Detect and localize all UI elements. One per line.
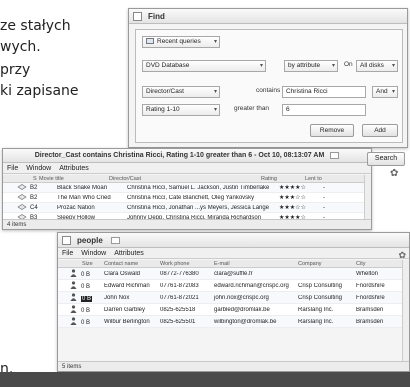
close-box-icon[interactable] bbox=[133, 11, 142, 21]
chevron-down-icon: ▾ bbox=[213, 107, 217, 113]
chevron-down-icon: ▾ bbox=[213, 89, 217, 95]
col-rating[interactable]: Rating bbox=[259, 176, 303, 182]
chevron-down-icon: ▾ bbox=[213, 39, 217, 45]
puzzle-icon[interactable]: ✿ bbox=[390, 168, 398, 179]
find-window: Find Recent queries ▾ DVD Database ▾ by at… bbox=[128, 8, 408, 148]
table-row[interactable]: 0 B Wilbur Berlington 0825-625501 wilbin… bbox=[58, 316, 408, 328]
rating-stars: ★★★☆☆ bbox=[279, 205, 306, 211]
table-row[interactable]: 0 B Clara Oswald 08772-776380 clara@suff… bbox=[58, 268, 408, 280]
person-icon bbox=[70, 269, 77, 277]
people-table: Size Contact name Work phone E-mail Comp… bbox=[58, 260, 408, 328]
menu-file[interactable]: File bbox=[62, 250, 73, 257]
person-icon bbox=[70, 293, 77, 301]
chevron-down-icon: ▾ bbox=[331, 63, 335, 69]
col-lent[interactable]: Lent to bbox=[303, 176, 343, 182]
col-title[interactable]: Movie title bbox=[37, 176, 107, 182]
menu-window[interactable]: Window bbox=[81, 250, 106, 257]
menu-window[interactable]: Window bbox=[26, 165, 51, 172]
database-dropdown[interactable]: DVD Database ▾ bbox=[142, 60, 266, 72]
people-scrollbar[interactable] bbox=[402, 260, 409, 361]
remove-button[interactable]: Remove bbox=[310, 124, 354, 137]
query-results-window: Director_Cast contains Christina Ricci, … bbox=[2, 148, 372, 230]
person-icon bbox=[70, 305, 77, 313]
people-header-row: Size Contact name Work phone E-mail Comp… bbox=[58, 260, 408, 268]
bg-line-4: ki zapisane bbox=[0, 83, 79, 99]
col-work-phone[interactable]: Work phone bbox=[158, 261, 212, 267]
menu-attributes[interactable]: Attributes bbox=[114, 250, 144, 257]
results-table: Shelf Movie title Director/Cast Rating L… bbox=[3, 175, 364, 223]
menu-file[interactable]: File bbox=[7, 165, 18, 172]
find-body: Recent queries ▾ DVD Database ▾ by attribu… bbox=[135, 29, 403, 143]
chevron-down-icon: ▾ bbox=[391, 89, 395, 95]
people-titlebar[interactable]: people bbox=[58, 233, 409, 248]
results-titlebar[interactable]: Director_Cast contains Christina Ricci, … bbox=[3, 149, 371, 163]
results-header-row: Shelf Movie title Director/Cast Rating L… bbox=[3, 175, 364, 183]
attribute-dropdown-1[interactable]: Director/Cast ▾ bbox=[142, 86, 220, 98]
close-box-icon[interactable] bbox=[62, 235, 71, 245]
col-city[interactable]: City bbox=[354, 261, 408, 267]
rating-stars: ★★★★☆ bbox=[279, 185, 306, 191]
results-scrollbar[interactable] bbox=[364, 175, 371, 219]
col-size[interactable]: Size bbox=[58, 261, 102, 267]
people-window: people File Window Attributes ✿ Size Con… bbox=[57, 232, 410, 372]
results-title: Director_Cast contains Christina Ricci, … bbox=[34, 152, 325, 159]
search-button[interactable]: Search bbox=[367, 152, 405, 166]
selected-size: 0 B bbox=[81, 296, 93, 302]
add-button[interactable]: Add bbox=[362, 124, 398, 137]
col-shelf[interactable]: Shelf bbox=[3, 176, 37, 182]
table-row[interactable]: 0 B Edward Richman 07761-872083 edward.r… bbox=[58, 280, 408, 292]
person-icon bbox=[70, 317, 77, 325]
desktop-bottom-bar bbox=[0, 372, 410, 387]
menu-attributes[interactable]: Attributes bbox=[59, 165, 89, 172]
disc-icon bbox=[17, 204, 27, 210]
operator-label-1: contains bbox=[256, 87, 281, 94]
rating-stars: ★★★☆☆ bbox=[279, 195, 306, 201]
people-menubar: File Window Attributes bbox=[58, 248, 409, 259]
person-icon bbox=[70, 281, 77, 289]
find-title: Find bbox=[148, 11, 165, 21]
col-email[interactable]: E-mail bbox=[212, 261, 296, 267]
attribute-dropdown-2[interactable]: Rating 1-10 ▾ bbox=[142, 104, 220, 116]
results-rows: B2 Black Snake Moan Christina Ricci, Sam… bbox=[3, 183, 364, 223]
col-contact-name[interactable]: Contact name bbox=[102, 261, 158, 267]
table-row[interactable]: 0 B John Nox 07761-872021 john.nox@crisp… bbox=[58, 292, 408, 304]
value-input-2[interactable]: 6 bbox=[282, 104, 366, 116]
table-row[interactable]: B2 The Man Who Cried Christina Ricci, Ca… bbox=[3, 193, 364, 203]
disc-icon bbox=[17, 184, 27, 190]
results-menubar: File Window Attributes bbox=[3, 163, 371, 174]
background-document-text: ze stałych wych. przy ki zapisane n. bbox=[0, 18, 130, 377]
table-row[interactable]: C4 Prozac Nation Christina Ricci, Jonath… bbox=[3, 203, 364, 213]
value-input-1[interactable]: Christina Ricci bbox=[282, 86, 366, 98]
bg-line-3: przy bbox=[0, 62, 31, 78]
volume-dropdown[interactable]: All disks ▾ bbox=[356, 60, 398, 72]
operator-label-2: greater than bbox=[234, 105, 270, 112]
zoom-icon[interactable] bbox=[110, 236, 120, 244]
people-status: 5 items bbox=[58, 361, 409, 371]
results-status: 4 items bbox=[3, 219, 371, 229]
conjunction-dropdown[interactable]: And ▾ bbox=[372, 86, 398, 98]
col-company[interactable]: Company bbox=[296, 261, 354, 267]
table-row[interactable]: 0 B Darren Garbley 0825-625518 garbled@d… bbox=[58, 304, 408, 316]
col-cast[interactable]: Director/Cast bbox=[107, 176, 259, 182]
recent-queries-icon bbox=[146, 38, 154, 44]
zoom-icon[interactable] bbox=[330, 152, 340, 159]
bg-line-1: ze stałych bbox=[0, 18, 71, 34]
disc-icon bbox=[17, 194, 27, 200]
on-label: On bbox=[344, 61, 353, 68]
find-titlebar[interactable]: Find bbox=[129, 9, 407, 24]
people-title: people bbox=[77, 235, 103, 245]
bg-line-2: wych. bbox=[0, 39, 41, 55]
table-row[interactable]: B2 Black Snake Moan Christina Ricci, Sam… bbox=[3, 183, 364, 193]
chevron-down-icon: ▾ bbox=[259, 63, 263, 69]
by-attribute-dropdown[interactable]: by attribute ▾ bbox=[284, 60, 338, 72]
recent-queries-dropdown[interactable]: Recent queries ▾ bbox=[142, 36, 220, 48]
chevron-down-icon: ▾ bbox=[391, 63, 395, 69]
people-rows: 0 B Clara Oswald 08772-776380 clara@suff… bbox=[58, 268, 408, 328]
